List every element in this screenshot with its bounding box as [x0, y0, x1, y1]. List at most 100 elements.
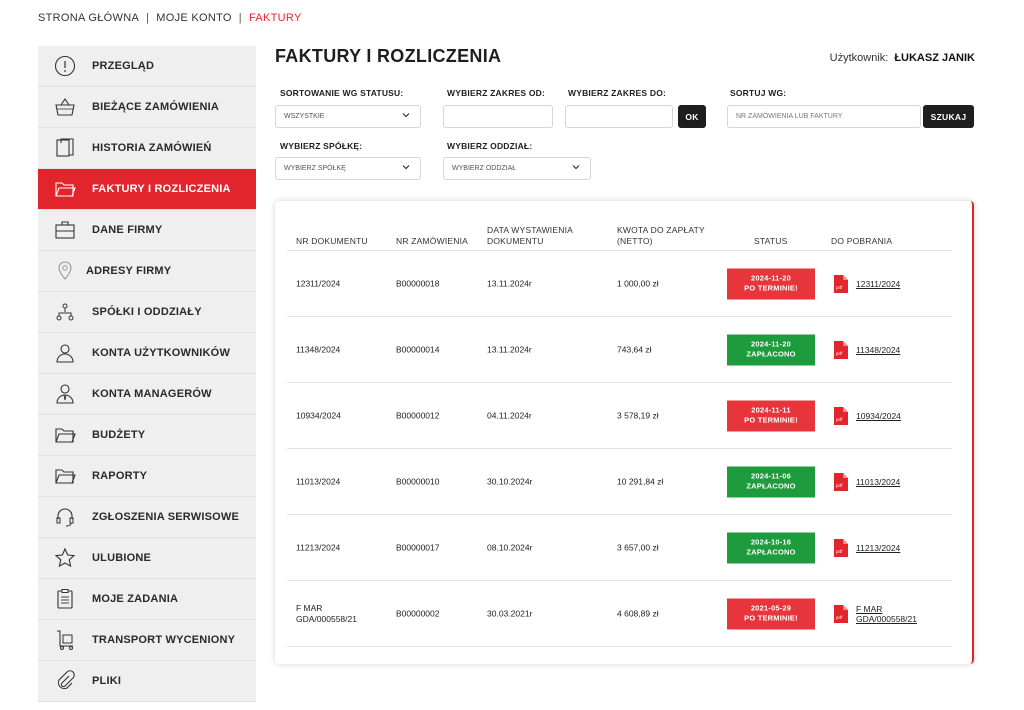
documents-icon [52, 136, 78, 160]
sidebar-item-dane-firmy[interactable]: DANE FIRMY [38, 210, 256, 251]
issue-date: 04.11.2024r [487, 410, 532, 420]
search-input[interactable]: NR ZAMÓWIENIA LUB FAKTURY [727, 105, 921, 128]
download-link[interactable]: 10934/2024 [856, 411, 901, 421]
folder-icon [52, 464, 78, 488]
amount: 10 291,84 zł [617, 476, 664, 486]
chevron-down-icon [402, 163, 410, 173]
sidebar-item-przeglad[interactable]: PRZEGLĄD [38, 46, 256, 87]
manager-icon [52, 382, 78, 406]
info-circle-icon [52, 54, 78, 78]
branch-filter-label: WYBIERZ ODDZIAŁ: [447, 141, 533, 151]
status-badge: 2024-10-16 ZAPŁACONO [727, 532, 815, 563]
document-number: F MAR GDA/000558/21 [296, 603, 357, 625]
pdf-icon[interactable]: pdf [834, 472, 848, 491]
breadcrumb-separator: | [238, 12, 242, 24]
sidebar-item-adresy-firmy[interactable]: ADRESY FIRMY [38, 251, 256, 292]
sidebar-item-biezace-zamowienia[interactable]: BIEŻĄCE ZAMÓWIENIA [38, 87, 256, 128]
table-row: 11348/2024 B00000014 13.11.2024r 743,64 … [287, 317, 952, 383]
download-link[interactable]: 11013/2024 [856, 477, 900, 487]
sidebar-item-label: BUDŻETY [92, 429, 146, 441]
sidebar-item-transport-wyceniony[interactable]: TRANSPORT WYCENIONY [38, 620, 256, 661]
status-badge: 2024-11-06 ZAPŁACONO [727, 466, 815, 497]
column-header: NR ZAMÓWIENIA [396, 236, 469, 246]
pdf-icon[interactable]: pdf [834, 406, 848, 425]
pdf-icon[interactable]: pdf [834, 604, 848, 623]
breadcrumb-account[interactable]: MOJE KONTO [156, 12, 232, 24]
order-number: B00000012 [396, 410, 440, 420]
star-icon [52, 546, 78, 570]
sidebar-item-label: TRANSPORT WYCENIONY [92, 634, 236, 646]
column-header-line: DOKUMENTU [487, 236, 544, 246]
svg-text:pdf: pdf [836, 483, 843, 488]
status-badge: 2024-11-11 PO TERMINIE! [727, 400, 815, 431]
sidebar-item-budzety[interactable]: BUDŻETY [38, 415, 256, 456]
sidebar-item-label: KONTA UŻYTKOWNIKÓW [92, 347, 231, 359]
branch-select[interactable]: WYBIERZ ODDZIAŁ [443, 157, 591, 180]
breadcrumb-home[interactable]: STRONA GŁÓWNA [38, 12, 139, 24]
location-pin-icon [52, 259, 78, 283]
invoices-table: NR DOKUMENTU NR ZAMÓWIENIA DATA WYSTAWIE… [275, 201, 974, 664]
sidebar-item-zgloszenia-serwisowe[interactable]: ZGŁOSZENIA SERWISOWE [38, 497, 256, 538]
sidebar-item-pliki[interactable]: PLIKI [38, 661, 256, 702]
sidebar-item-spolki-i-oddzialy[interactable]: SPÓŁKI I ODDZIAŁY [38, 292, 256, 333]
sidebar-item-konta-managerow[interactable]: KONTA MANAGERÓW [38, 374, 256, 415]
company-select[interactable]: WYBIERZ SPÓŁKĘ [275, 157, 421, 180]
column-header: DATA WYSTAWIENIA DOKUMENTU [487, 225, 573, 247]
column-header: DO POBRANIA [831, 236, 893, 246]
chevron-down-icon [572, 163, 580, 173]
download-link[interactable]: 11348/2024 [856, 345, 900, 355]
chevron-down-icon [402, 111, 410, 121]
sidebar-item-historia-zamowien[interactable]: HISTORIA ZAMÓWIEŃ [38, 128, 256, 169]
download-link[interactable]: F MAR GDA/000558/21 [856, 604, 917, 624]
search-placeholder: NR ZAMÓWIENIA LUB FAKTURY [736, 113, 843, 120]
ok-button[interactable]: OK [678, 105, 706, 128]
download-link[interactable]: 11213/2024 [856, 543, 900, 553]
status-badge: 2024-11-20 PO TERMINIE! [727, 268, 815, 299]
status-date: 2024-11-20 [751, 339, 791, 349]
document-number-line: F MAR [296, 602, 323, 613]
search-button[interactable]: SZUKAJ [923, 105, 974, 128]
svg-text:pdf: pdf [836, 417, 843, 422]
sidebar-item-label: SPÓŁKI I ODDZIAŁY [92, 306, 202, 318]
order-number: B00000010 [396, 476, 440, 486]
status-date: 2024-10-16 [750, 537, 792, 547]
svg-text:pdf: pdf [836, 351, 843, 356]
sidebar-item-label: BIEŻĄCE ZAMÓWIENIA [92, 101, 220, 113]
breadcrumb-separator: | [146, 12, 150, 24]
date-to-input[interactable] [565, 105, 673, 128]
sidebar-item-label: ADRESY FIRMY [86, 265, 172, 277]
issue-date: 13.11.2024r [487, 278, 532, 288]
sidebar-item-label: ULUBIONE [92, 552, 152, 564]
briefcase-icon [52, 218, 78, 242]
sidebar-item-ulubione[interactable]: ULUBIONE [38, 538, 256, 579]
sidebar-item-moje-zadania[interactable]: MOJE ZADANIA [38, 579, 256, 620]
document-number-line: GDA/000558/21 [296, 613, 357, 624]
sidebar-item-label: KONTA MANAGERÓW [92, 388, 212, 400]
pdf-icon[interactable]: pdf [834, 274, 848, 293]
svg-text:pdf: pdf [836, 285, 843, 290]
status-date: 2024-11-20 [751, 273, 791, 283]
status-select[interactable]: WSZYSTKIE [275, 105, 421, 128]
date-from-label: WYBIERZ ZAKRES OD: [447, 88, 546, 98]
sidebar-item-label: FAKTURY I ROZLICZENIA [92, 183, 231, 195]
folder-icon [52, 423, 78, 447]
status-badge: 2021-05-29 PO TERMINIE! [727, 598, 815, 629]
sidebar-item-raporty[interactable]: RAPORTY [38, 456, 256, 497]
status-text: ZAPŁACONO [746, 547, 796, 557]
sidebar-item-label: RAPORTY [92, 470, 148, 482]
date-from-input[interactable] [443, 105, 553, 128]
pdf-icon[interactable]: pdf [834, 538, 848, 557]
breadcrumb: STRONA GŁÓWNA | MOJE KONTO | FAKTURY [38, 12, 302, 24]
document-number: 11348/2024 [296, 344, 341, 354]
pdf-icon[interactable]: pdf [834, 340, 848, 359]
svg-text:pdf: pdf [836, 549, 843, 554]
sidebar-item-label: DANE FIRMY [92, 224, 163, 236]
status-select-value: WSZYSTKIE [284, 113, 325, 120]
user-label: Użytkownik: [829, 52, 889, 64]
sidebar-item-label: HISTORIA ZAMÓWIEŃ [92, 142, 212, 154]
sidebar-item-konta-uzytkownikow[interactable]: KONTA UŻYTKOWNIKÓW [38, 333, 256, 374]
folder-icon [52, 177, 78, 201]
download-link[interactable]: 12311/2024 [856, 279, 900, 289]
column-header: STATUS [754, 236, 788, 246]
sidebar-item-faktury[interactable]: FAKTURY I ROZLICZENIA [38, 169, 256, 210]
